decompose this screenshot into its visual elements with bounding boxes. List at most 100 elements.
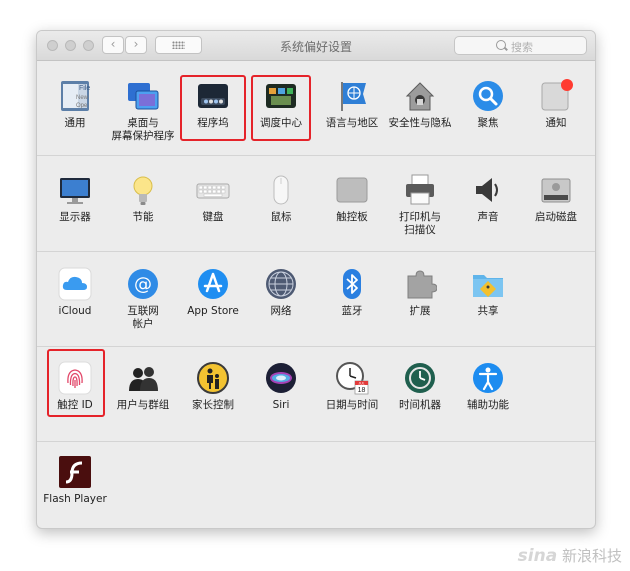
icloud-icon (58, 267, 92, 301)
pref-label: 显示器 (59, 211, 91, 223)
system-preferences-window: ‹ › 系统偏好设置 搜索 File New Ope 通用 桌面与 屏幕保护程序… (36, 30, 596, 529)
dock-icon (196, 79, 230, 113)
pref-desktop-screensaver[interactable]: 桌面与 屏幕保护程序 (109, 79, 177, 143)
pref-label: 节能 (132, 211, 154, 223)
pref-bluetooth[interactable]: 蓝牙 (318, 267, 386, 318)
pref-internet-accounts[interactable]: @ 互联网 帐户 (109, 267, 177, 331)
pref-startup-disk[interactable]: 启动磁盘 (522, 173, 590, 224)
pref-keyboard[interactable]: 键盘 (179, 173, 247, 224)
pref-network[interactable]: 网络 (247, 267, 315, 318)
at-sign-icon: @ (126, 267, 160, 301)
printer-icon (403, 173, 437, 207)
accessibility-icon (471, 361, 505, 395)
trackpad-icon (335, 173, 369, 207)
bluetooth-icon (335, 267, 369, 301)
pref-label: iCloud (58, 305, 92, 317)
sina-watermark: sina 新浪科技 (517, 546, 622, 566)
pref-label: 触控板 (336, 211, 368, 223)
pref-time-machine[interactable]: 时间机器 (386, 361, 454, 412)
pref-flash-player[interactable]: Flash Player (41, 455, 109, 506)
svg-text:JUL: JUL (358, 382, 364, 386)
pref-printers-scanners[interactable]: 打印机与 扫描仪 (386, 173, 454, 237)
pref-label: 调度中心 (260, 117, 302, 129)
pref-label: 家长控制 (192, 399, 234, 411)
pref-label: 网络 (270, 305, 292, 317)
keyboard-icon (196, 173, 230, 207)
pref-label: 时间机器 (399, 399, 441, 411)
pref-users-groups[interactable]: 用户与群组 (109, 361, 177, 412)
general-icon: File New Ope (58, 79, 92, 113)
parental-controls-icon (196, 361, 230, 395)
pref-label: 通用 (64, 117, 86, 129)
pref-dock[interactable]: 程序坞 (179, 79, 247, 130)
pref-label: 蓝牙 (341, 305, 363, 317)
pref-label: 扩展 (409, 305, 431, 317)
pref-mouse[interactable]: 鼠标 (247, 173, 315, 224)
pref-label: App Store (187, 305, 239, 317)
flag-globe-icon (335, 79, 369, 113)
pref-sound[interactable]: 声音 (454, 173, 522, 224)
desktop-icon (126, 79, 160, 113)
pref-icloud[interactable]: iCloud (41, 267, 109, 318)
mission-control-icon (264, 79, 298, 113)
fingerprint-icon (58, 361, 92, 395)
house-lock-icon (403, 79, 437, 113)
pref-app-store[interactable]: App Store (179, 267, 247, 318)
pref-label: 声音 (477, 211, 499, 223)
pref-touch-id[interactable]: 触控 ID (41, 361, 109, 412)
pref-label: 语言与地区 (325, 117, 379, 129)
lightbulb-icon (126, 173, 160, 207)
time-machine-icon (403, 361, 437, 395)
shared-folder-icon (471, 267, 505, 301)
notifications-icon (539, 79, 573, 113)
svg-text:18: 18 (358, 387, 366, 394)
pref-label: 日期与时间 (325, 399, 379, 411)
app-store-icon (196, 267, 230, 301)
svg-text:File: File (79, 85, 90, 92)
pref-energy-saver[interactable]: 节能 (109, 173, 177, 224)
pref-notifications[interactable]: 通知 (522, 79, 590, 130)
pref-label: 键盘 (202, 211, 224, 223)
pref-sharing[interactable]: 共享 (454, 267, 522, 318)
pref-mission-control[interactable]: 调度中心 (247, 79, 315, 130)
users-icon (126, 361, 160, 395)
pref-label: 触控 ID (57, 399, 93, 411)
pref-label: 鼠标 (270, 211, 292, 223)
globe-icon (264, 267, 298, 301)
pref-label: Flash Player (43, 493, 107, 505)
pref-parental-controls[interactable]: 家长控制 (179, 361, 247, 412)
pref-label: 辅助功能 (467, 399, 509, 411)
pref-spotlight[interactable]: 聚焦 (454, 79, 522, 130)
pref-label: 启动磁盘 (535, 211, 577, 223)
search-icon (496, 40, 506, 50)
flash-player-icon (58, 455, 92, 489)
pref-label: 安全性与隐私 (388, 117, 452, 129)
pref-label: 程序坞 (197, 117, 229, 129)
mouse-icon (264, 173, 298, 207)
siri-icon (264, 361, 298, 395)
hard-disk-icon (539, 173, 573, 207)
pref-siri[interactable]: Siri (247, 361, 315, 412)
pref-label: 通知 (545, 117, 567, 129)
pref-language-region[interactable]: 语言与地区 (318, 79, 386, 130)
pref-displays[interactable]: 显示器 (41, 173, 109, 224)
puzzle-piece-icon (403, 267, 438, 301)
pref-security-privacy[interactable]: 安全性与隐私 (386, 79, 454, 130)
search-placeholder: 搜索 (511, 41, 533, 54)
search-field[interactable]: 搜索 (454, 36, 587, 55)
pref-accessibility[interactable]: 辅助功能 (454, 361, 522, 412)
pref-label: 打印机与 扫描仪 (399, 211, 441, 236)
speaker-icon (471, 173, 505, 207)
svg-text:New: New (76, 95, 89, 101)
pref-general[interactable]: File New Ope 通用 (41, 79, 109, 130)
spotlight-icon (471, 79, 505, 113)
svg-text:@: @ (134, 274, 152, 295)
pref-extensions[interactable]: 扩展 (386, 267, 454, 318)
pref-label: 桌面与 屏幕保护程序 (111, 117, 175, 142)
pref-label: 共享 (477, 305, 499, 317)
pref-trackpad[interactable]: 触控板 (318, 173, 386, 224)
pref-label: 用户与群组 (116, 399, 170, 411)
pref-date-time[interactable]: JUL 18 日期与时间 (318, 361, 386, 412)
display-icon (58, 173, 92, 207)
clock-calendar-icon: JUL 18 (335, 361, 369, 395)
